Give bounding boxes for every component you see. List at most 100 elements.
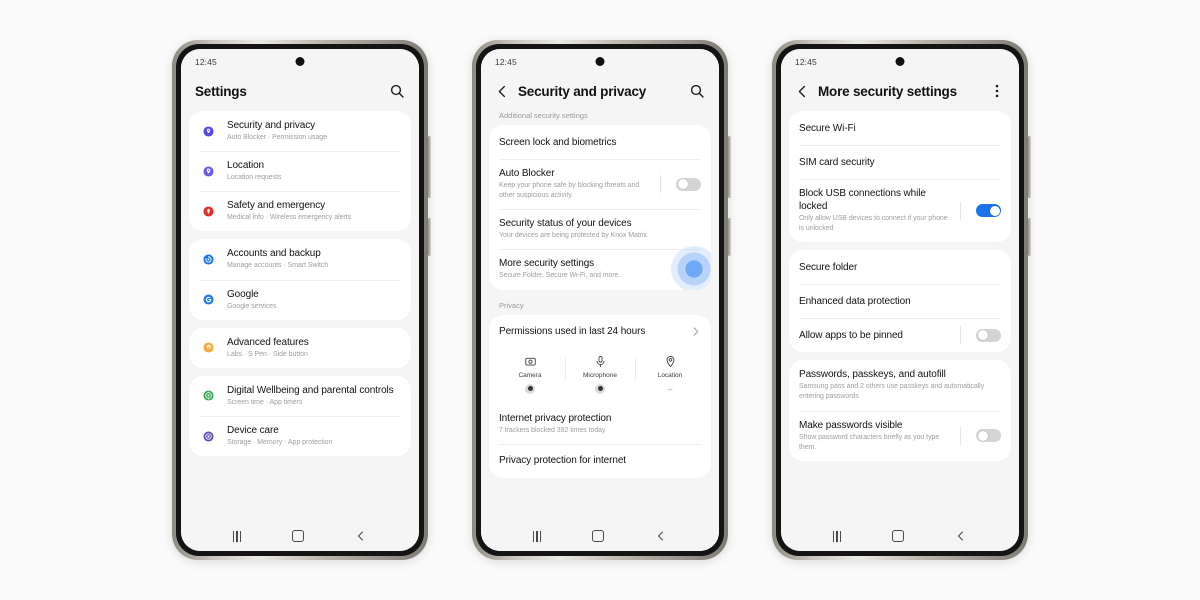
list-row[interactable]: Permissions used in last 24 hours [489,315,711,349]
list-row[interactable]: Location Location requests [189,151,411,191]
permission-column[interactable]: Camera [495,355,565,394]
row-subtitle: Google services [227,302,277,310]
app-bar: Security and privacy [481,75,719,111]
permission-label: Microphone [583,371,617,379]
row-title: Advanced features [227,336,309,348]
safety-icon [199,202,218,221]
row-title: Passwords, passkeys, and autofill [799,369,946,381]
phone-screen: 12:45 Security and privacy Additional secu… [481,49,719,551]
row-texts: Internet privacy protection 7 trackers bl… [499,412,701,436]
permissions-grid: Camera Microphone Location – [489,349,711,404]
row-texts: Advanced features Labs · S Pen · Side but… [227,336,401,360]
list-row[interactable]: Screen lock and biometrics [489,125,711,159]
chevron-right-icon [690,326,701,337]
row-texts: Block USB connections while locked Only a… [799,187,951,234]
row-texts: Safety and emergency Medical info · Wirel… [227,199,401,223]
power-button[interactable] [1028,218,1031,256]
permission-column[interactable]: Microphone [565,355,635,394]
settings-card: Passwords, passkeys, and autofill Samsung… [789,360,1011,461]
row-subtitle: Location requests [227,174,282,182]
kebab-menu-icon[interactable] [989,83,1005,99]
settings-card: Digital Wellbeing and parental controls S… [189,375,411,457]
row-subtitle: Show password characters briefly as you … [799,433,940,451]
home-icon[interactable] [592,530,605,542]
list-row[interactable]: More security settings Secure Folder, Sec… [489,246,711,290]
navigation-bar [481,521,719,551]
screenshot-stage: 12:45 Settings Security and privacy Auto Bl… [0,0,1200,600]
row-texts: Security status of your devices Your devi… [499,217,701,241]
settings-card: Security and privacy Auto Blocker · Permi… [189,111,411,232]
list-row[interactable]: Accounts and backup Manage accounts · Sma… [189,239,411,279]
back-icon[interactable] [955,530,967,542]
row-title: Digital Wellbeing and parental controls [227,384,394,396]
row-title: Permissions used in last 24 hours [499,326,646,338]
toggle-switch[interactable] [676,177,701,191]
list-row[interactable]: Digital Wellbeing and parental controls S… [189,376,411,416]
row-subtitle: Manage accounts · Smart Switch [227,262,329,270]
sync-accounts-icon [199,250,218,269]
volume-button[interactable] [428,136,431,198]
row-texts: Allow apps to be pinned [799,329,951,342]
recents-icon[interactable] [532,530,542,542]
phone-settings: 12:45 Settings Security and privacy Auto Bl… [172,40,431,560]
search-icon[interactable] [389,83,405,99]
scroll-body[interactable]: Screen lock and biometrics Auto Blocker Ke… [481,125,719,521]
front-camera-punch-hole [595,57,605,66]
list-row[interactable]: Safety and emergency Medical info · Wirel… [189,191,411,231]
power-button[interactable] [728,218,731,256]
back-icon[interactable] [355,530,367,542]
recents-icon[interactable] [232,530,242,542]
volume-button[interactable] [728,136,731,198]
toggle-switch[interactable] [976,204,1001,218]
row-title: Security status of your devices [499,218,632,230]
row-title: More security settings [499,258,595,270]
list-row[interactable]: Auto Blocker Keep your phone safe by bloc… [489,159,711,209]
camera-icon [524,355,537,369]
toggle-switch[interactable] [976,328,1001,342]
list-row[interactable]: Google Google services [189,279,411,320]
list-row[interactable]: Passwords, passkeys, and autofill Samsung… [789,360,1011,410]
back-icon[interactable] [655,530,667,542]
row-title: Security and privacy [227,120,316,131]
chevron-left-icon[interactable] [795,84,810,99]
toggle-divider [960,426,961,445]
row-title: Make passwords visible [799,419,903,431]
row-title: Privacy protection for internet [499,455,626,467]
list-row[interactable]: Make passwords visible Show password char… [789,410,1011,461]
gear-star-icon [199,338,218,357]
list-row[interactable]: Privacy protection for internet [489,443,711,478]
chevron-left-icon[interactable] [495,84,510,99]
list-row[interactable]: Secure folder [789,250,1011,284]
row-title: Safety and emergency [227,200,326,212]
power-button[interactable] [428,218,431,256]
search-icon[interactable] [689,83,705,99]
list-row[interactable]: Security and privacy Auto Blocker · Permi… [189,111,411,151]
volume-button[interactable] [1028,136,1031,198]
toggle-switch[interactable] [976,429,1001,443]
location-icon [664,355,677,369]
list-row[interactable]: Advanced features Labs · S Pen · Side but… [189,328,411,368]
home-icon[interactable] [892,530,905,542]
scroll-body[interactable]: Security and privacy Auto Blocker · Permi… [181,111,419,521]
list-row[interactable]: Allow apps to be pinned [789,318,1011,352]
list-row[interactable]: Secure Wi-Fi [789,111,1011,145]
row-texts: Device care Storage · Memory · App protec… [227,424,401,448]
list-row[interactable]: Security status of your devices Your devi… [489,209,711,249]
row-subtitle: Only allow USB devices to connect if you… [799,215,948,233]
row-title: Accounts and backup [227,248,321,260]
list-row[interactable]: Internet privacy protection 7 trackers bl… [489,404,711,444]
home-icon[interactable] [292,530,305,542]
row-title: Secure folder [799,261,858,273]
recents-icon[interactable] [832,530,842,542]
row-subtitle: Screen time · App timers [227,398,303,406]
phone-screen: 12:45 Settings Security and privacy Auto Bl… [181,49,419,551]
list-row[interactable]: Enhanced data protection [789,284,1011,318]
status-clock: 12:45 [795,57,817,67]
shield-icon [199,122,218,141]
list-row[interactable]: Device care Storage · Memory · App protec… [189,415,411,456]
list-row[interactable]: Block USB connections while locked Only a… [789,179,1011,242]
scroll-body[interactable]: Secure Wi-Fi SIM card security Block USB c… [781,111,1019,521]
list-row[interactable]: SIM card security [789,145,1011,179]
phone-bezel: 12:45 Settings Security and privacy Auto Bl… [176,44,424,556]
permission-column[interactable]: Location – [635,355,705,394]
